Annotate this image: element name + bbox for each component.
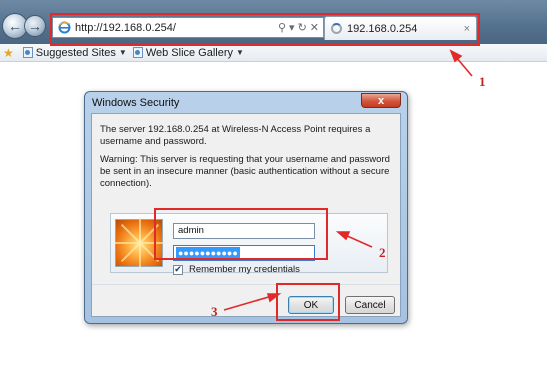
chevron-down-icon: ▼ — [118, 48, 127, 57]
security-warning: Warning: This server is requesting that … — [100, 154, 390, 189]
favorites-bar: ★ Suggested Sites ▼ Web Slice Gallery ▼ — [0, 44, 547, 62]
remember-credentials[interactable]: ✔ Remember my credentials — [173, 264, 300, 275]
chevron-down-icon: ▼ — [236, 48, 244, 57]
annotation-box-address — [50, 13, 480, 46]
annotation-label-2: 2 — [379, 245, 386, 260]
favorites-item-web-slice-gallery[interactable]: Web Slice Gallery ▼ — [132, 46, 244, 59]
dialog-close-button[interactable]: x — [361, 93, 401, 108]
cancel-button[interactable]: Cancel — [345, 296, 395, 314]
favorites-item-label: Web Slice Gallery — [145, 46, 234, 59]
annotation-label-3: 3 — [211, 304, 218, 319]
dialog-title: Windows Security — [92, 97, 180, 109]
remember-label: Remember my credentials — [189, 264, 300, 275]
page-icon — [22, 47, 33, 58]
forward-arrow-icon: → — [28, 18, 42, 34]
annotation-box-ok — [276, 283, 340, 321]
auth-message: The server 192.168.0.254 at Wireless-N A… — [100, 124, 371, 147]
annotation-label-1: 1 — [479, 74, 486, 89]
favorites-item-suggested-sites[interactable]: Suggested Sites ▼ — [22, 46, 127, 59]
favorites-star-icon[interactable]: ★ — [3, 46, 14, 60]
footer-divider — [92, 284, 400, 285]
favorites-item-label: Suggested Sites — [35, 46, 116, 59]
back-arrow-icon: ← — [8, 18, 22, 34]
annotation-box-credentials — [154, 208, 328, 260]
page-icon — [132, 47, 143, 58]
forward-button[interactable]: → — [24, 15, 46, 37]
remember-checkbox[interactable]: ✔ — [173, 264, 183, 275]
